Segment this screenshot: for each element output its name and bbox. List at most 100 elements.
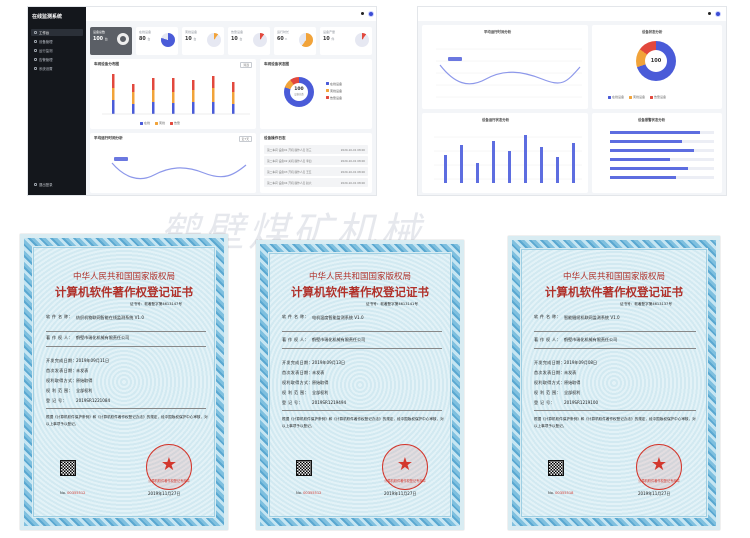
- software-name: 智能缝纫机联网监测系统 V1.0: [564, 315, 620, 320]
- cert-title: 计算机软件著作权登记证书: [55, 285, 193, 299]
- acquire-method: 原始取得: [312, 380, 329, 385]
- serial-number: 00355512: [67, 491, 86, 495]
- logout-button[interactable]: 退出登录: [34, 182, 53, 187]
- kpi-ring: [161, 33, 175, 47]
- copyright-owner: 鹤壁市瑞化机械有限责任公司: [312, 337, 366, 342]
- serial-number: 00355512: [303, 491, 322, 495]
- acquire-method: 原始取得: [564, 380, 581, 385]
- tooltip: [114, 157, 128, 161]
- kpi-card-offline: 离线设备 10 台: [182, 27, 224, 55]
- certificate-3: 中华人民共和国国家版权局 计算机软件著作权登记证书 证书号：软著登字第46131…: [508, 236, 720, 530]
- bar-group-1: [112, 74, 115, 114]
- rights-scope: 全部权利: [76, 388, 93, 393]
- range-dropdown[interactable]: 近7天: [238, 136, 252, 142]
- tooltip: [448, 57, 462, 61]
- bar-group-6: [212, 76, 215, 114]
- line-chart-panel: 平均运行时间分析: [422, 25, 588, 109]
- pie-chart-panel: 车间设备状态图 100 设备总数 在线设备 离线设备 告警设备: [260, 59, 372, 129]
- bar-group-4: [172, 78, 175, 114]
- cert-title: 计算机软件著作权登记证书: [291, 285, 429, 299]
- serial-number: 00355518: [555, 491, 574, 495]
- qr-code-icon: [60, 460, 76, 476]
- nav-item-alarms[interactable]: 告警管理: [31, 56, 83, 63]
- cert-paragraph: 根据《计算机软件保护条例》和《计算机软件著作权登记办法》的规定，经中国版权保护中…: [46, 415, 208, 426]
- notification-icon[interactable]: [361, 12, 364, 15]
- avatar[interactable]: [715, 11, 721, 17]
- issue-date: 2019年11月27日: [638, 491, 671, 496]
- issue-date: 2019年11月27日: [384, 491, 417, 496]
- copyright-owner: 鹤壁市瑞化机械有限责任公司: [564, 337, 618, 342]
- publish-status: 未发表: [76, 368, 89, 373]
- logout-icon: [34, 183, 37, 186]
- monitor-icon: [34, 49, 37, 52]
- software-name: 纺织机物联网智能在线监测系统 V1.0: [76, 315, 144, 320]
- panel-title: 设备状态分析: [642, 30, 663, 34]
- series-line: [439, 64, 581, 85]
- registration-number: 2019SR1221084: [76, 398, 111, 403]
- issue-date: 2019年11月27日: [148, 491, 181, 496]
- publish-status: 未发表: [312, 370, 325, 375]
- gear-icon: [34, 67, 37, 70]
- bell-icon: [34, 58, 37, 61]
- nav-item-workbench[interactable]: 工作台: [31, 29, 83, 36]
- certificate-2: 中华人民共和国国家版权局 计算机软件著作权登记证书 证书号：软著登字第46131…: [256, 240, 464, 530]
- donut-center-label: 设备总数: [294, 93, 304, 96]
- device-icon: [34, 40, 37, 43]
- series-line: [111, 162, 247, 180]
- home-icon: [34, 31, 37, 34]
- log-row[interactable]: 第二车间 设备01 开机 操作人员 张三 2020-10-01 08:00: [264, 145, 368, 154]
- software-name: 电机温度智能监测系统 V1.0: [312, 315, 364, 320]
- cert-paragraph: 根据《计算机软件保护条例》和《计算机软件著作权登记办法》的规定，经中国版权保护中…: [534, 417, 696, 428]
- bar-group-7: [232, 82, 235, 114]
- official-seal: ★ 计算机软件著作权登记专用章: [636, 444, 682, 490]
- nav-item-monitor[interactable]: 运行监测: [31, 47, 83, 54]
- notification-icon[interactable]: [708, 12, 711, 15]
- panel-title: 车间设备分布图: [94, 62, 120, 66]
- bar-chart: [434, 135, 582, 183]
- top-bar: [418, 7, 726, 21]
- rights-scope: 全部权利: [564, 390, 581, 395]
- kpi-card-alarm: 告警设备 10 台: [228, 27, 270, 55]
- nav-item-settings[interactable]: 系统设置: [31, 65, 83, 72]
- bar-legend: 在线 离线 告警: [140, 121, 180, 125]
- donut-center-value: 100: [645, 50, 667, 72]
- rights-scope: 全部权利: [312, 390, 329, 395]
- pie-legend: 在线设备 离线设备 告警设备: [326, 81, 342, 102]
- nav-item-devices[interactable]: 设备管理: [31, 38, 83, 45]
- kpi-ring: [253, 33, 267, 47]
- cert-authority: 中华人民共和国国家版权局: [308, 272, 411, 282]
- hbar-chart-panel: 设备报警状态分析: [592, 113, 722, 193]
- log-row[interactable]: 第二车间 设备04 开机 操作人员 赵六 2020-10-01 08:00: [264, 178, 368, 187]
- kpi-card-runtime: 运行时长 60 h: [274, 27, 316, 55]
- panel-title: 设备报警状态分析: [638, 118, 666, 122]
- registration-number: 2019SR1219100: [564, 400, 599, 405]
- acquire-method: 原始取得: [76, 378, 93, 383]
- cert-number: 证书号：软著登字第4613137号: [620, 302, 672, 306]
- kpi-card-total: 设备总数 100 台: [90, 27, 132, 55]
- dashboard-screenshot-2: 平均运行时间分析 设备状态分析 100 在线设备 离线设备 告警设备 设备运行状…: [417, 6, 727, 196]
- publish-status: 未发表: [564, 370, 577, 375]
- avatar[interactable]: [368, 11, 374, 17]
- log-row[interactable]: 第二车间 设备03 开机 操作人员 王五 2020-10-01 08:00: [264, 167, 368, 176]
- develop-date: 2019年09月13日: [312, 360, 346, 365]
- cert-number: 证书号：软著登字第4613147号: [130, 302, 182, 306]
- cert-authority: 中华人民共和国国家版权局: [72, 272, 175, 282]
- pie-legend: 在线设备 离线设备 告警设备: [608, 95, 666, 99]
- line-chart: [436, 48, 582, 98]
- develop-date: 2019年09月08日: [564, 360, 598, 365]
- bar-group-3: [152, 78, 155, 114]
- sidebar: 在线监测系统 工作台 设备管理 运行监测 告警管理 系统设置 退出登录: [28, 7, 86, 195]
- cert-authority: 中华人民共和国国家版权局: [562, 272, 665, 282]
- line-chart: [111, 157, 247, 180]
- filter-dropdown[interactable]: 筛选: [240, 62, 252, 68]
- log-row[interactable]: 第二车间 设备02 关机 操作人员 李四 2020-10-01 08:00: [264, 156, 368, 165]
- top-bar: [86, 7, 376, 21]
- bar-chart-panel: 车间设备分布图 筛选 在线 离线 告警: [90, 59, 256, 129]
- bar-chart: [102, 74, 250, 115]
- hbar-chart: [610, 131, 714, 179]
- brand-title: 在线监测系统: [32, 14, 63, 20]
- log-panel: 设备操作日志 第二车间 设备01 开机 操作人员 张三 2020-10-01 08…: [260, 133, 372, 193]
- dashboard-screenshot-1: 在线监测系统 工作台 设备管理 运行监测 告警管理 系统设置 退出登录 设备总数…: [27, 6, 377, 196]
- donut-chart: 100: [636, 41, 676, 81]
- copyright-owner: 鹤壁市瑞化机械有限责任公司: [76, 335, 130, 340]
